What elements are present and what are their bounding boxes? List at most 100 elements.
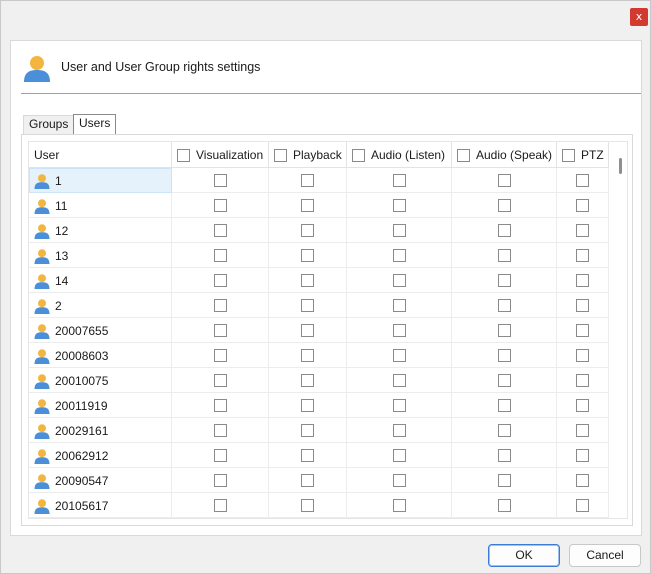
audio-speak-checkbox[interactable] <box>497 324 511 337</box>
audio-speak-checkbox[interactable] <box>497 174 511 187</box>
column-header-playback[interactable]: Playback <box>269 142 347 168</box>
ok-button[interactable]: OK <box>488 544 560 567</box>
visualization-checkbox[interactable] <box>213 299 227 312</box>
audio-listen-checkbox[interactable] <box>392 349 406 362</box>
playback-checkbox[interactable] <box>301 249 314 262</box>
visualization-checkbox[interactable] <box>213 324 227 337</box>
user-cell[interactable]: 20010075 <box>29 368 172 393</box>
visualization-checkbox[interactable] <box>213 224 227 237</box>
tab-users[interactable]: Users <box>73 114 117 134</box>
audio-speak-checkbox[interactable] <box>497 349 511 362</box>
playback-checkbox[interactable] <box>301 349 314 362</box>
audio-listen-checkbox[interactable] <box>392 399 406 412</box>
audio-listen-checkbox[interactable] <box>392 324 406 337</box>
tab-groups[interactable]: Groups <box>23 115 75 134</box>
ptz-checkbox[interactable] <box>576 474 589 487</box>
visualization-checkbox[interactable] <box>213 199 227 212</box>
audio-speak-checkbox[interactable] <box>497 299 511 312</box>
ptz-checkbox[interactable] <box>576 199 589 212</box>
table-row[interactable]: 20010075 <box>29 368 609 393</box>
table-row[interactable]: 20029161 <box>29 418 609 443</box>
playback-checkbox[interactable] <box>301 274 314 287</box>
scrollbar-thumb[interactable] <box>619 158 622 174</box>
audio-listen-checkbox[interactable] <box>392 499 406 512</box>
audio-listen-checkbox[interactable] <box>392 174 406 187</box>
ptz-checkbox[interactable] <box>576 349 589 362</box>
audio-speak-checkbox[interactable] <box>497 499 511 512</box>
user-cell[interactable]: 20008603 <box>29 343 172 368</box>
table-row[interactable]: 2 <box>29 293 609 318</box>
visualization-checkbox[interactable] <box>213 249 227 262</box>
table-row[interactable]: 20062912 <box>29 443 609 468</box>
visualization-checkbox[interactable] <box>213 174 227 187</box>
visualization-checkbox[interactable] <box>213 499 227 512</box>
user-cell[interactable]: 13 <box>29 243 172 268</box>
user-cell[interactable]: 14 <box>29 268 172 293</box>
select-all-playback-checkbox[interactable] <box>274 148 287 162</box>
visualization-checkbox[interactable] <box>213 349 227 362</box>
playback-checkbox[interactable] <box>301 224 314 237</box>
table-row[interactable]: 1 <box>29 168 609 193</box>
ptz-checkbox[interactable] <box>576 499 589 512</box>
select-all-audio-speak-checkbox[interactable] <box>457 148 470 162</box>
playback-checkbox[interactable] <box>301 174 314 187</box>
visualization-checkbox[interactable] <box>213 399 227 412</box>
table-row[interactable]: 20008603 <box>29 343 609 368</box>
ptz-checkbox[interactable] <box>576 424 589 437</box>
user-cell[interactable]: 12 <box>29 218 172 243</box>
audio-listen-checkbox[interactable] <box>392 224 406 237</box>
column-header-visualization[interactable]: Visualization <box>172 142 269 168</box>
visualization-checkbox[interactable] <box>213 449 227 462</box>
audio-speak-checkbox[interactable] <box>497 374 511 387</box>
audio-listen-checkbox[interactable] <box>392 424 406 437</box>
audio-listen-checkbox[interactable] <box>392 299 406 312</box>
playback-checkbox[interactable] <box>301 199 314 212</box>
select-all-audio-listen-checkbox[interactable] <box>352 148 365 162</box>
audio-listen-checkbox[interactable] <box>392 249 406 262</box>
cancel-button[interactable]: Cancel <box>569 544 641 567</box>
playback-checkbox[interactable] <box>301 374 314 387</box>
user-cell[interactable]: 20007655 <box>29 318 172 343</box>
ptz-checkbox[interactable] <box>576 249 589 262</box>
table-row[interactable]: 20105617 <box>29 493 609 518</box>
audio-speak-checkbox[interactable] <box>497 474 511 487</box>
audio-listen-checkbox[interactable] <box>392 449 406 462</box>
playback-checkbox[interactable] <box>301 474 314 487</box>
audio-speak-checkbox[interactable] <box>497 424 511 437</box>
table-row[interactable]: 14 <box>29 268 609 293</box>
visualization-checkbox[interactable] <box>213 274 227 287</box>
table-row[interactable]: 20011919 <box>29 393 609 418</box>
user-cell[interactable]: 20105617 <box>29 493 172 518</box>
user-cell[interactable]: 20029161 <box>29 418 172 443</box>
audio-speak-checkbox[interactable] <box>497 199 511 212</box>
playback-checkbox[interactable] <box>301 449 314 462</box>
vertical-scrollbar[interactable] <box>611 142 627 518</box>
audio-speak-checkbox[interactable] <box>497 399 511 412</box>
user-cell[interactable]: 20062912 <box>29 443 172 468</box>
user-cell[interactable]: 2 <box>29 293 172 318</box>
select-all-ptz-checkbox[interactable] <box>562 148 575 162</box>
user-cell[interactable]: 11 <box>29 193 172 218</box>
select-all-visualization-checkbox[interactable] <box>177 148 190 162</box>
ptz-checkbox[interactable] <box>576 374 589 387</box>
user-cell[interactable]: 1 <box>29 168 172 193</box>
table-row[interactable]: 20090547 <box>29 468 609 493</box>
ptz-checkbox[interactable] <box>576 324 589 337</box>
playback-checkbox[interactable] <box>301 424 314 437</box>
playback-checkbox[interactable] <box>301 399 314 412</box>
table-row[interactable]: 13 <box>29 243 609 268</box>
ptz-checkbox[interactable] <box>576 224 589 237</box>
audio-speak-checkbox[interactable] <box>497 224 511 237</box>
visualization-checkbox[interactable] <box>213 474 227 487</box>
audio-listen-checkbox[interactable] <box>392 274 406 287</box>
ptz-checkbox[interactable] <box>576 399 589 412</box>
audio-speak-checkbox[interactable] <box>497 449 511 462</box>
column-header-audio-speak[interactable]: Audio (Speak) <box>452 142 557 168</box>
visualization-checkbox[interactable] <box>213 424 227 437</box>
column-header-audio-listen[interactable]: Audio (Listen) <box>347 142 452 168</box>
close-button[interactable]: x <box>630 8 648 26</box>
visualization-checkbox[interactable] <box>213 374 227 387</box>
playback-checkbox[interactable] <box>301 299 314 312</box>
table-row[interactable]: 20007655 <box>29 318 609 343</box>
table-row[interactable]: 11 <box>29 193 609 218</box>
